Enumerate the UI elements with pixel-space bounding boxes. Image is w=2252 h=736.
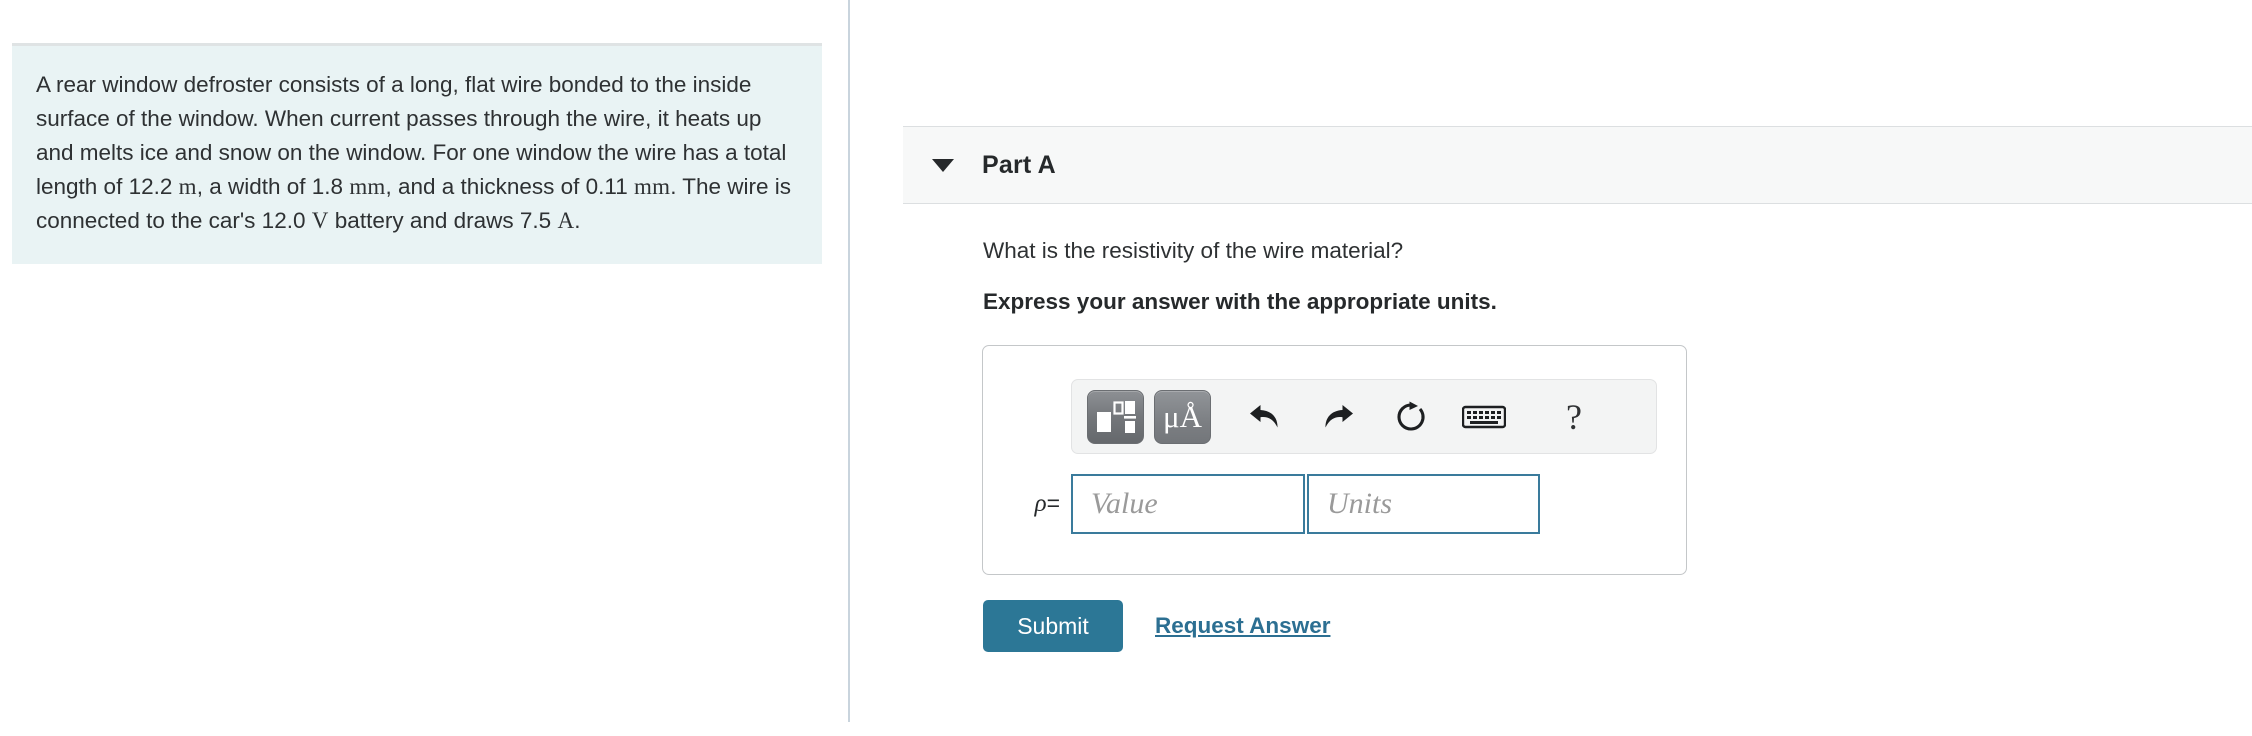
reset-button[interactable] — [1384, 390, 1438, 444]
problem-segment-5: mm — [634, 174, 671, 199]
units-input[interactable] — [1307, 474, 1540, 534]
part-a-title: Part A — [982, 150, 1056, 179]
submit-row: Submit Request Answer — [983, 600, 1330, 652]
problem-segment-2: , a width of 1.8 — [196, 174, 350, 199]
equals-sign: = — [1046, 490, 1060, 516]
problem-segment-10: . — [574, 208, 581, 233]
problem-segment-4: , and a thickness of 0.11 — [385, 174, 634, 199]
problem-segment-9: A — [557, 208, 575, 233]
units-icon-button[interactable]: μÅ — [1154, 389, 1211, 444]
chevron-down-icon[interactable] — [931, 158, 955, 172]
keyboard-icon — [1462, 405, 1506, 428]
problem-column: A rear window defroster consists of a lo… — [0, 0, 848, 736]
problem-segment-1: m — [178, 174, 197, 199]
math-template-icon-button[interactable] — [1087, 389, 1144, 444]
question-mark-icon: ? — [1566, 396, 1582, 437]
problem-statement-box: A rear window defroster consists of a lo… — [12, 43, 822, 264]
problem-statement-text: A rear window defroster consists of a lo… — [36, 72, 791, 233]
problem-segment-3: mm — [349, 174, 386, 199]
page-root: A rear window defroster consists of a lo… — [0, 0, 2252, 736]
rho-symbol: ρ — [1034, 490, 1047, 517]
problem-segment-7: V — [311, 208, 329, 233]
redo-button[interactable] — [1311, 390, 1365, 444]
answer-panel: μÅ ? ρ= Value Units — [982, 345, 1687, 575]
submit-button[interactable]: Submit — [983, 600, 1123, 652]
undo-button[interactable] — [1238, 390, 1292, 444]
question-prompt: What is the resistivity of the wire mate… — [983, 238, 1404, 263]
request-answer-link[interactable]: Request Answer — [1155, 613, 1330, 639]
reset-circular-arrow-icon — [1397, 401, 1425, 431]
value-input[interactable] — [1071, 474, 1305, 534]
part-column: Part A What is the resistivity of the wi… — [850, 0, 2252, 736]
answer-toolbar: μÅ ? — [1071, 379, 1657, 454]
part-a-header[interactable]: Part A — [903, 126, 2252, 204]
keyboard-button[interactable] — [1457, 390, 1511, 444]
undo-arrow-icon — [1250, 404, 1278, 427]
micro-angstrom-icon: μÅ — [1162, 399, 1202, 434]
problem-segment-8: battery and draws 7.5 — [328, 208, 558, 233]
variable-label: ρ= — [983, 490, 1071, 518]
answer-input-row: ρ= — [983, 474, 1688, 534]
answer-instruction: Express your answer with the appropriate… — [983, 289, 1497, 314]
help-button[interactable]: ? — [1547, 390, 1601, 444]
math-template-icon — [1096, 400, 1136, 433]
redo-arrow-icon — [1325, 404, 1353, 427]
